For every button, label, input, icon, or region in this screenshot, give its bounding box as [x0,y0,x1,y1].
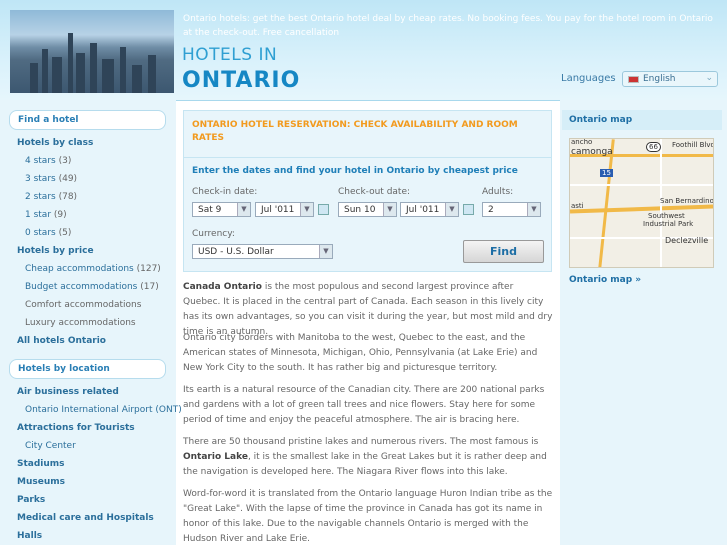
class-3-stars-link[interactable]: 3 stars (49) [25,174,77,184]
currency-select[interactable]: USD - U.S. Dollar ▼ [192,244,333,259]
checkout-month-select[interactable]: Jul '011 ▼ [400,202,459,217]
adults-label: Adults: [482,187,514,197]
select-value: Sat 9 [198,205,222,215]
select-value: 2 [488,205,494,215]
dropdown-arrow-icon: ▼ [527,203,540,216]
checkout-label: Check-out date: [338,187,411,197]
all-hotels-link[interactable]: All hotels Ontario [17,336,106,346]
class-4-stars-link[interactable]: 4 stars (3) [25,156,71,166]
price-cheap-link[interactable]: Cheap accommodations (127) [25,264,161,274]
language-value: English [643,74,676,84]
museums-link[interactable]: Museums [17,477,65,487]
brand-line-2[interactable]: ONTARIO [182,68,300,93]
checkout-day-select[interactable]: Sun 10 ▼ [338,202,397,217]
map-label: 66 [646,142,661,152]
class-0-stars-link[interactable]: 0 stars (5) [25,228,71,238]
map-label: Declezville [665,236,709,245]
find-hotel-heading[interactable]: Find a hotel [9,110,166,130]
calendar-icon[interactable] [463,204,474,215]
map-label: 15 [600,169,613,177]
class-2-stars-link[interactable]: 2 stars (78) [25,192,77,202]
hotels-by-class-link[interactable]: Hotels by class [17,138,93,148]
language-select[interactable]: English ⌄ [622,71,718,87]
search-panel: ONTARIO HOTEL RESERVATION: CHECK AVAILAB… [183,110,552,272]
price-comfort-item: Comfort accommodations [25,300,142,310]
price-count: (17) [140,282,159,292]
class-count: (49) [58,174,78,184]
calendar-icon[interactable] [318,204,329,215]
price-luxury-item: Luxury accommodations [25,318,136,328]
hotels-by-location-heading[interactable]: Hotels by location [9,359,166,379]
paragraph-4-text-a: There are 50 thousand pristine lakes and… [183,437,539,447]
map-label: Industrial Park [643,220,694,228]
parks-link[interactable]: Parks [17,495,45,505]
medical-link[interactable]: Medical care and Hospitals [17,513,154,523]
price-count: (127) [136,264,161,274]
price-budget-link[interactable]: Budget accommodations (17) [25,282,159,292]
map-road [570,204,713,214]
paragraph-5: Word-for-word it is translated from the … [183,489,553,544]
class-count: (5) [58,228,72,238]
class-count: (3) [58,156,72,166]
map-label: ancho [571,138,593,146]
ontario-map[interactable]: ancho camonga 66 Foothill Blvd 15 asti S… [569,138,714,268]
checkin-month-select[interactable]: Jul '011 ▼ [255,202,314,217]
select-value: Jul '011 [261,205,295,215]
search-subtitle: Enter the dates and find your hotel in O… [192,166,518,176]
map-label: asti [571,202,584,210]
class-count: (9) [53,210,67,220]
ontario-map-link[interactable]: Ontario map » [569,275,641,285]
currency-label: Currency: [192,229,235,239]
languages-label: Languages [561,73,616,84]
map-label: Foothill Blvd [672,141,714,149]
city-skyline-image [10,10,174,93]
class-count: (78) [58,192,78,202]
select-value: Sun 10 [344,205,376,215]
hotels-by-price-link[interactable]: Hotels by price [17,246,94,256]
map-road [598,139,615,267]
class-1-star-link[interactable]: 1 star (9) [25,210,67,220]
chevron-down-icon: ⌄ [705,73,713,83]
class-label: 0 stars [25,228,56,238]
paragraph-3: Its earth is a natural resource of the C… [183,385,545,425]
map-heading: Ontario map [562,110,722,130]
canada-ontario-bold: Canada Ontario [183,282,262,292]
dropdown-arrow-icon: ▼ [300,203,313,216]
city-center-link[interactable]: City Center [25,441,76,451]
uk-flag-icon [628,76,639,83]
ontario-lake-bold: Ontario Lake [183,452,248,462]
site-tagline: Ontario hotels: get the best Ontario hot… [183,14,713,38]
search-title: ONTARIO HOTEL RESERVATION: CHECK AVAILAB… [192,120,518,143]
paragraph-2: Ontario city borders with Manitoba to th… [183,333,538,373]
map-road [570,184,713,186]
air-business-link[interactable]: Air business related [17,387,119,397]
dropdown-arrow-icon: ▼ [237,203,250,216]
price-label: Budget accommodations [25,282,138,292]
airport-link[interactable]: Ontario International Airport (ONT) [25,405,182,415]
map-label: camonga [571,147,613,157]
dropdown-arrow-icon: ▼ [319,245,332,258]
halls-link[interactable]: Halls [17,531,42,541]
dropdown-arrow-icon: ▼ [445,203,458,216]
divider [184,157,551,158]
class-label: 3 stars [25,174,56,184]
select-value: Jul '011 [406,205,440,215]
brand-line-1[interactable]: HOTELS IN [182,45,277,65]
price-label: Cheap accommodations [25,264,134,274]
stadiums-link[interactable]: Stadiums [17,459,65,469]
find-button[interactable]: Find [463,240,544,263]
attractions-link[interactable]: Attractions for Tourists [17,423,135,433]
site-header: Ontario hotels: get the best Ontario hot… [0,0,727,101]
checkin-day-select[interactable]: Sat 9 ▼ [192,202,251,217]
class-label: 2 stars [25,192,56,202]
adults-select[interactable]: 2 ▼ [482,202,541,217]
dropdown-arrow-icon: ▼ [383,203,396,216]
map-label: Southwest [648,212,685,220]
paragraph-4: There are 50 thousand pristine lakes and… [183,435,553,480]
class-label: 1 star [25,210,52,220]
checkin-label: Check-in date: [192,187,258,197]
select-value: USD - U.S. Dollar [198,247,274,257]
class-label: 4 stars [25,156,56,166]
map-label: San Bernardino Fwy [660,197,714,205]
